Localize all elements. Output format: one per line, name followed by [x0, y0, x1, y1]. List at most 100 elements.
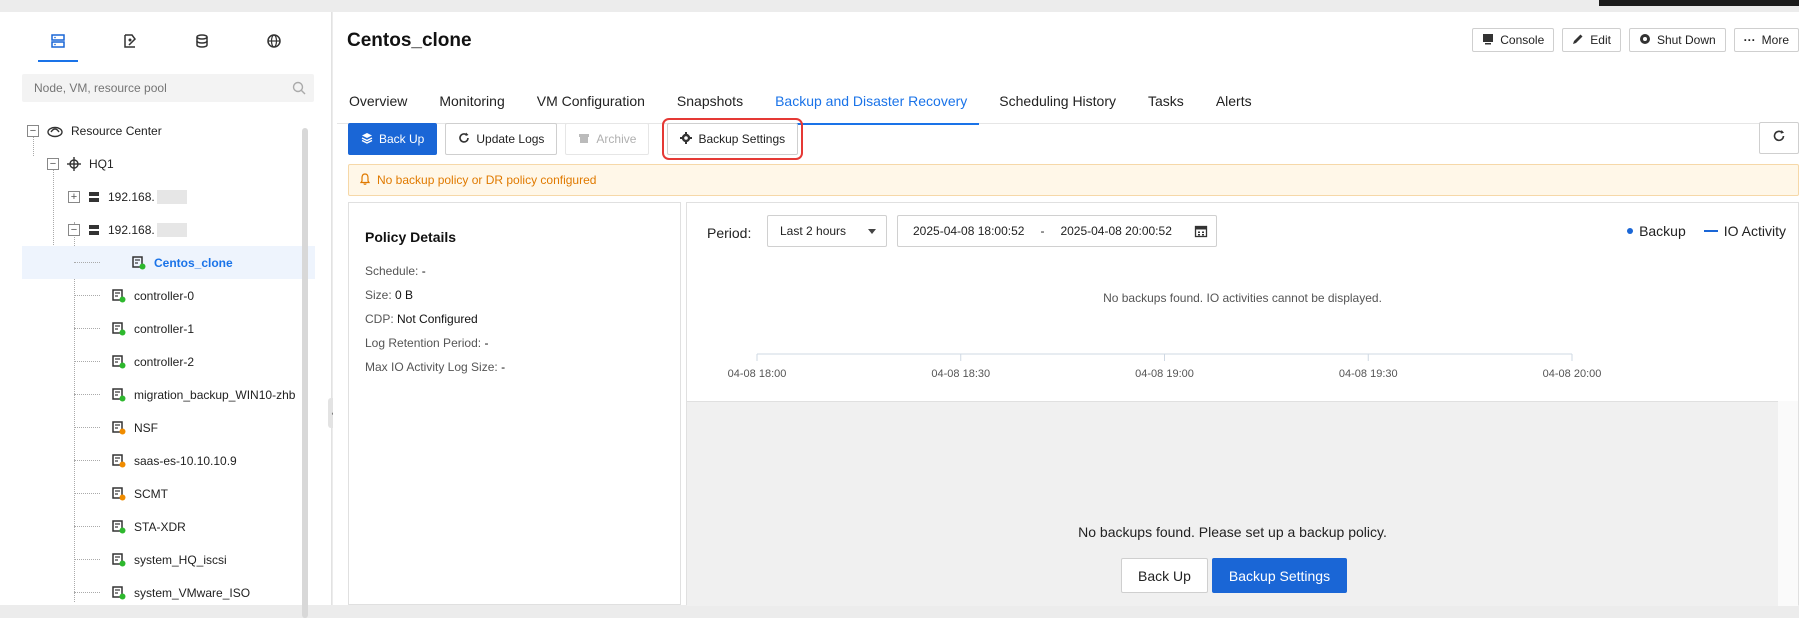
tree-node-host-2[interactable]: − 192.168. — [0, 213, 315, 246]
tree-node-host-1[interactable]: + 192.168. — [0, 180, 315, 213]
main-content: Centos_clone Console Edit Shut Down ··· … — [333, 12, 1799, 606]
tree-vm-item[interactable]: system_VMware_ISO — [0, 576, 315, 609]
no-io-message: No backups found. IO activities cannot b… — [1103, 291, 1382, 305]
tree-label: HQ1 — [89, 156, 114, 171]
tab-alerts[interactable]: Alerts — [1204, 78, 1264, 124]
vm-list: Centos_clone controller-0 controller-1 cont… — [0, 246, 315, 609]
tree-vm-item[interactable]: controller-1 — [0, 312, 315, 345]
tab-storage[interactable] — [166, 30, 238, 56]
tree-connector — [74, 460, 100, 461]
collapse-toggle-icon[interactable]: − — [27, 124, 39, 137]
tree-vm-item[interactable]: SCMT — [0, 477, 315, 510]
tab-backup-and-disaster-recovery[interactable]: Backup and Disaster Recovery — [763, 78, 980, 125]
top-strip — [0, 0, 1799, 12]
gear-icon — [680, 131, 693, 147]
tab-shapes[interactable] — [94, 30, 166, 56]
masked-ip — [156, 189, 187, 204]
shutdown-label: Shut Down — [1656, 33, 1716, 47]
policy-row: Log Retention Period: - — [365, 331, 664, 355]
empty-state-actions: Back Up Backup Settings — [1121, 558, 1348, 593]
expand-toggle-icon[interactable]: + — [68, 190, 80, 203]
tab-servers[interactable] — [22, 30, 94, 62]
tree-connector — [74, 559, 100, 560]
update-logs-label: Update Logs — [476, 132, 545, 146]
tree-label: system_VMware_ISO — [134, 585, 251, 600]
tree-vm-item[interactable]: system_HQ_iscsi — [0, 543, 315, 576]
search-input[interactable] — [22, 74, 272, 102]
archive-label: Archive — [596, 132, 637, 146]
axis-tick-label: 04-08 19:00 — [1135, 368, 1194, 380]
tree-vm-item[interactable]: Centos_clone — [22, 246, 315, 279]
collapse-toggle-icon[interactable]: − — [47, 157, 59, 170]
empty-backup-settings-button[interactable]: Backup Settings — [1211, 558, 1348, 593]
detail-tabs: Overview Monitoring VM Configuration Snapsh… — [337, 78, 1799, 125]
caret-down-icon — [868, 229, 876, 234]
tree-connector — [74, 493, 100, 494]
period-value: Last 2 hours — [780, 224, 847, 238]
tree-label: 192.168. — [108, 222, 155, 237]
backup-legend-marker — [1627, 228, 1634, 234]
page-title: Centos_clone — [347, 30, 472, 51]
policy-row: Size: 0 B — [365, 283, 664, 307]
tree-vm-item[interactable]: saas-es-10.10.10.9 — [0, 444, 315, 477]
policy-rows: Schedule: - Size: 0 B CDP: Not Configured L… — [365, 259, 664, 379]
update-logs-button[interactable]: Update Logs — [445, 123, 558, 155]
back-up-button[interactable]: Back Up — [348, 123, 438, 155]
server-icon — [50, 33, 66, 54]
policy-details-panel: Policy Details Schedule: - Size: 0 B CDP: … — [348, 202, 681, 605]
policy-row-label: Schedule: — [365, 264, 419, 278]
vm-status-icon — [112, 585, 126, 600]
tree-vm-item[interactable]: controller-2 — [0, 345, 315, 378]
edit-label: Edit — [1590, 33, 1611, 47]
shutdown-button[interactable]: Shut Down — [1628, 28, 1726, 52]
console-button[interactable]: Console — [1472, 28, 1555, 52]
search-icon[interactable] — [292, 81, 306, 100]
start-date: 2025-04-08 18:00:52 — [913, 224, 1025, 238]
tree-node-hq1[interactable]: − HQ1 — [0, 147, 315, 180]
chart-scrollbar[interactable] — [1778, 401, 1798, 606]
backup-chart-panel: Period: Last 2 hours 2025-04-08 18:00:52… — [686, 202, 1799, 606]
refresh-icon — [458, 132, 470, 147]
tab-overview[interactable]: Overview — [337, 78, 419, 124]
tree-connector — [74, 427, 100, 428]
edit-button[interactable]: Edit — [1562, 28, 1621, 52]
tab-snapshots[interactable]: Snapshots — [665, 78, 755, 124]
tree-vm-item[interactable]: STA-XDR — [0, 510, 315, 543]
legend-backup: Backup — [1639, 223, 1686, 239]
tab-monitoring[interactable]: Monitoring — [427, 78, 516, 124]
axis-tick-label: 04-08 19:30 — [1339, 368, 1398, 380]
tree-vm-item[interactable]: controller-0 — [0, 279, 315, 312]
tree-label: controller-2 — [134, 354, 195, 369]
archive-button[interactable]: Archive — [565, 123, 650, 155]
empty-back-up-button[interactable]: Back Up — [1121, 558, 1208, 593]
tab-scheduling-history[interactable]: Scheduling History — [987, 78, 1128, 124]
tree-vm-item[interactable]: NSF — [0, 411, 315, 444]
pencil-icon — [1572, 33, 1584, 48]
tree-node-resource-center[interactable]: − Resource Center — [0, 114, 315, 147]
more-label: More — [1761, 33, 1789, 47]
tree-vm-item[interactable]: migration_backup_WIN10-zhb — [0, 378, 315, 411]
policy-title: Policy Details — [365, 229, 457, 245]
vm-status-icon — [112, 354, 126, 369]
collapse-toggle-icon[interactable]: − — [68, 223, 80, 236]
more-button[interactable]: ··· More — [1733, 28, 1799, 52]
date-range-picker[interactable]: 2025-04-08 18:00:52 - 2025-04-08 20:00:5… — [897, 215, 1217, 247]
policy-row: Schedule: - — [365, 259, 664, 283]
vm-status-icon — [112, 321, 126, 336]
period-select[interactable]: Last 2 hours — [767, 215, 887, 247]
calendar-icon — [1194, 224, 1208, 241]
tree-label: NSF — [134, 420, 158, 435]
tab-vm-configuration[interactable]: VM Configuration — [525, 78, 657, 124]
tree-connector — [74, 394, 100, 395]
refresh-button[interactable] — [1759, 122, 1799, 154]
tab-network[interactable] — [238, 30, 310, 56]
policy-row: CDP: Not Configured — [365, 307, 664, 331]
chart-legend: Backup IO Activity — [1627, 223, 1786, 239]
tree-scrollbar[interactable] — [302, 128, 308, 618]
tab-tasks[interactable]: Tasks — [1136, 78, 1196, 124]
axis-tick-label: 04-08 18:00 — [728, 368, 787, 380]
cluster-icon — [67, 156, 81, 171]
date-separator: - — [1040, 224, 1045, 238]
backup-settings-button[interactable]: Backup Settings — [662, 118, 804, 160]
sidebar-tabs — [22, 30, 312, 62]
